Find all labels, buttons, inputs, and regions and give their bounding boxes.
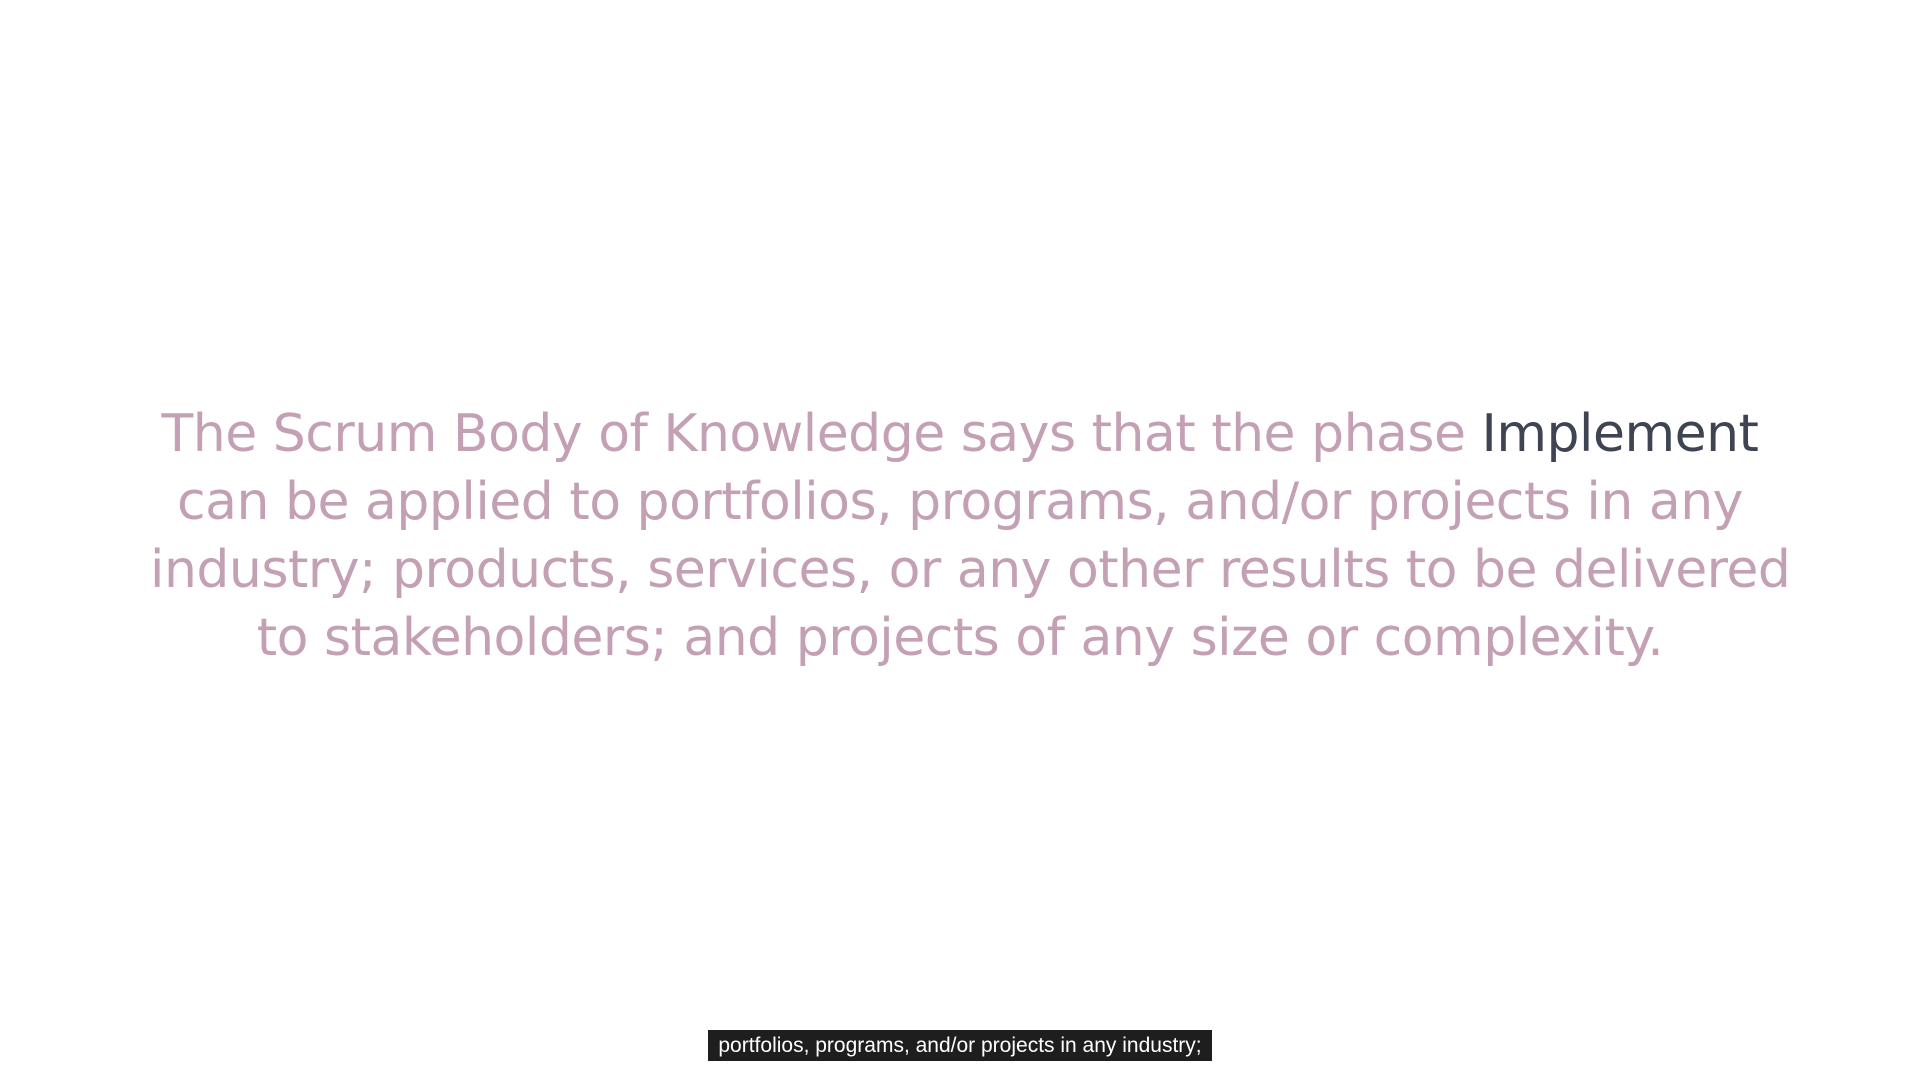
- slide-line-1-text: The Scrum Body of Knowledge says that th…: [161, 404, 1482, 464]
- slide-line-3: industry; products, services, or any oth…: [150, 540, 1791, 600]
- slide-line-2: can be applied to portfolios, programs, …: [177, 472, 1743, 532]
- caption-area: portfolios, programs, and/or projects in…: [0, 1030, 1920, 1061]
- slide-line-1: The Scrum Body of Knowledge says that th…: [150, 400, 1770, 468]
- video-frame: The Scrum Body of Knowledge says that th…: [0, 0, 1920, 1080]
- highlighted-word: Implement: [1481, 404, 1759, 464]
- slide-quote: The Scrum Body of Knowledge says that th…: [150, 400, 1791, 672]
- caption-text: portfolios, programs, and/or projects in…: [708, 1030, 1212, 1061]
- slide-line-4: to stakeholders; and projects of any siz…: [256, 608, 1664, 668]
